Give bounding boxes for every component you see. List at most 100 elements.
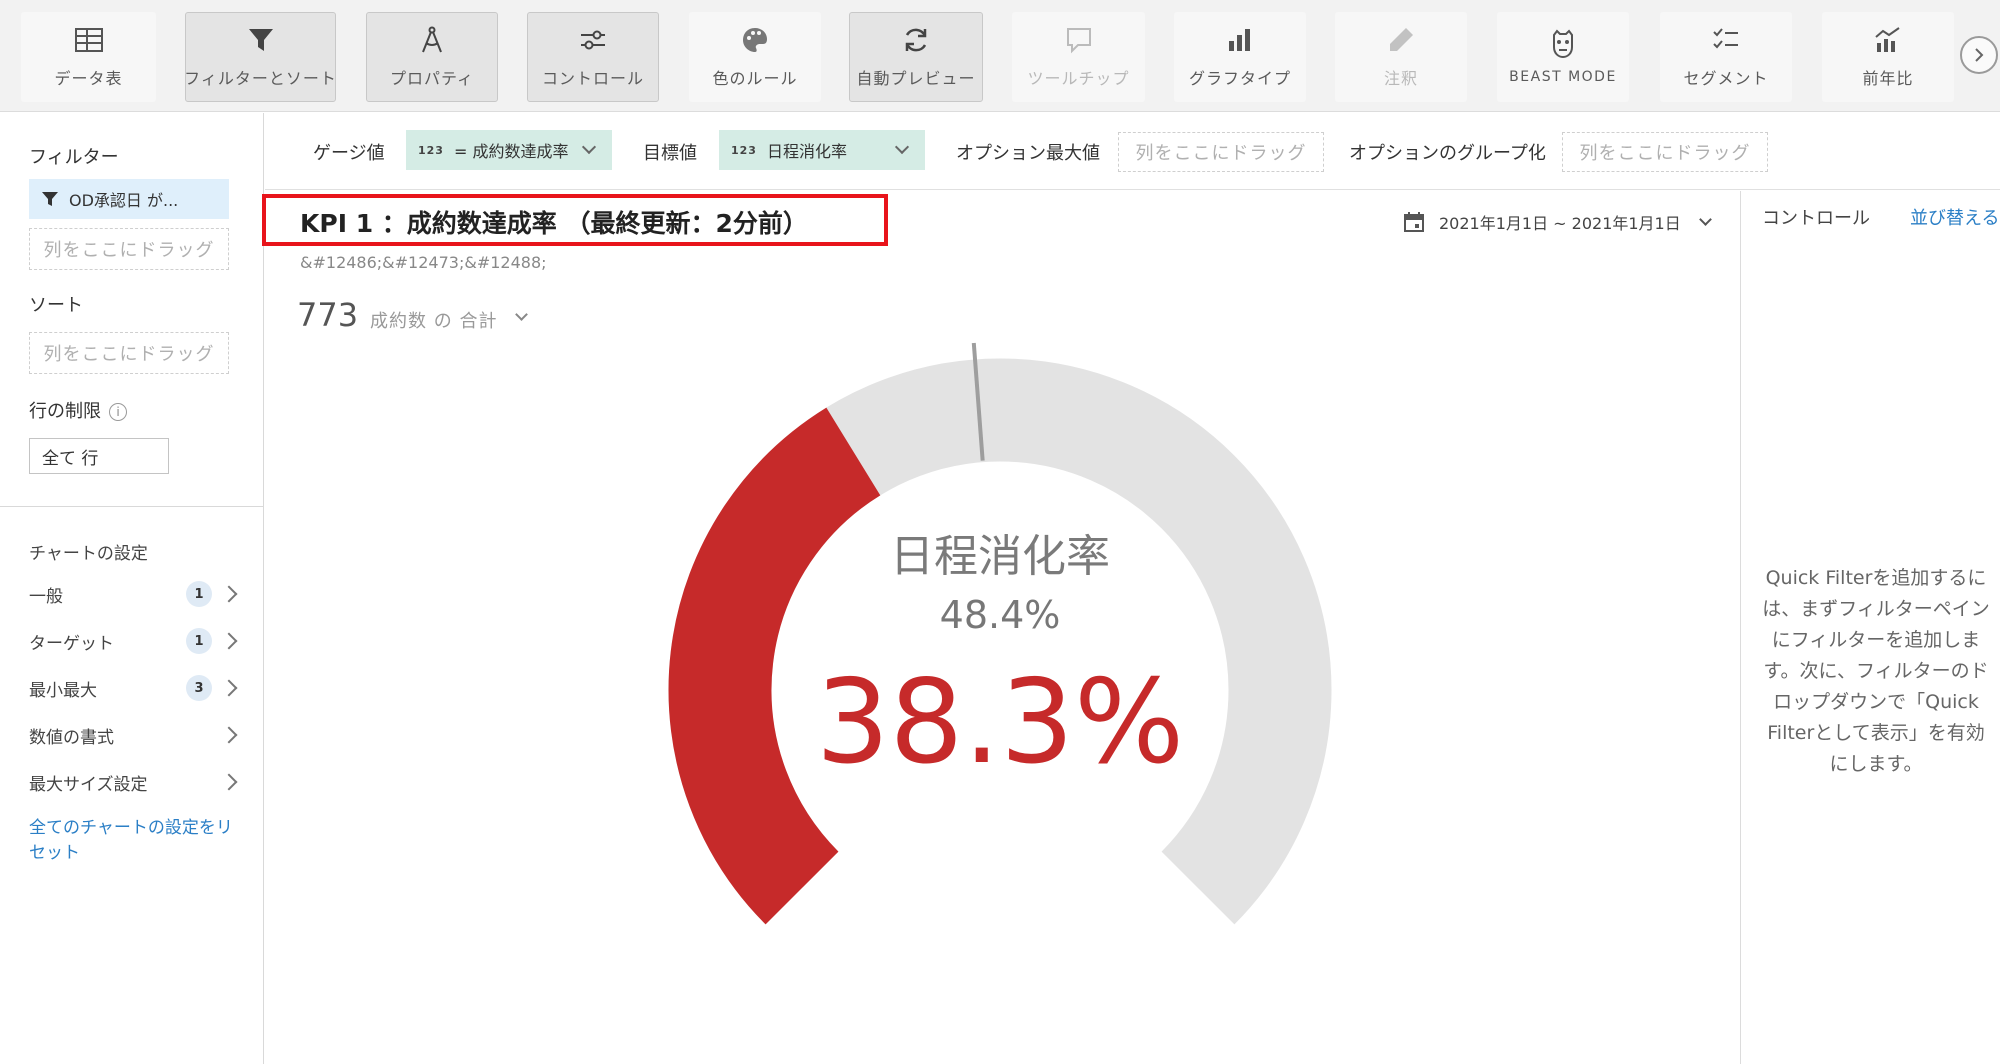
sliders-icon [581, 30, 605, 50]
gauge-value-field: = 成約数達成率 [453, 142, 569, 161]
summary-value: 773 [297, 296, 359, 334]
card-title[interactable]: KPI 1 ：成約数達成率 （最終更新：2分前） [300, 204, 808, 240]
chart-settings-heading: チャートの設定 [29, 544, 148, 564]
compass-icon [422, 26, 442, 53]
segment-label: セグメント [1683, 69, 1769, 88]
filter-icon [248, 29, 273, 51]
filter-sort-label: フィルターとソート [184, 69, 337, 88]
yoy-label: 前年比 [1862, 69, 1914, 88]
gauge-value-pill[interactable]: 123 = 成約数達成率 [406, 130, 612, 170]
setting-max-size[interactable]: 最大サイズ設定 [29, 767, 239, 797]
filter-pill-label: OD承認日 が... [69, 191, 179, 210]
target-value-field: 日程消化率 [766, 142, 847, 161]
setting-label: 最小最大 [29, 680, 97, 701]
auto-preview-label: 自動プレビュー [856, 69, 976, 88]
tooltip-label: ツールチップ [1027, 69, 1130, 88]
setting-general[interactable]: 一般 1 [29, 579, 239, 609]
data-table-label: データ表 [54, 69, 123, 88]
gauge-value-label: ゲージ値 [313, 143, 385, 164]
filter-icon [42, 192, 58, 206]
optional-max-label: オプション最大値 [956, 143, 1100, 164]
tooltip-button[interactable]: ツールチップ [1012, 12, 1145, 102]
color-rules-button[interactable]: 色のルール [689, 12, 821, 102]
target-value-pill[interactable]: 123 日程消化率 [719, 130, 925, 170]
reset-settings-link[interactable]: 全てのチャートの設定をリセット [29, 816, 239, 866]
annotation-label: 注釈 [1383, 69, 1418, 88]
sort-drop-zone[interactable]: 列をここにドラッグ [29, 332, 229, 374]
chart-type-button[interactable]: グラフタイプ [1174, 12, 1306, 102]
yoy-button[interactable]: 前年比 [1822, 12, 1954, 102]
chevron-down-icon[interactable] [581, 139, 597, 155]
chevron-right-icon [220, 726, 238, 744]
bar-chart-icon [1229, 29, 1250, 51]
properties-label: プロパティ [389, 69, 475, 88]
optional-max-drop-zone[interactable]: 列をここにドラッグ [1118, 132, 1324, 172]
beast-mode-label: BEAST MODE [1509, 69, 1617, 85]
summary-label[interactable]: 成約数 の 合計 [370, 307, 497, 333]
chevron-right-icon [220, 632, 238, 650]
left-panel: フィルター OD承認日 が... 列をここにドラッグ ソート 列をここにドラッグ… [0, 113, 264, 1064]
controls-title: コントロール [1762, 208, 1870, 229]
sort-link[interactable]: 並び替える [1910, 204, 1999, 230]
optional-group-label: オプションのグループ化 [1349, 143, 1546, 164]
target-value-label: 目標値 [643, 143, 697, 164]
chevron-right-icon [1975, 48, 1984, 62]
filter-sort-button[interactable]: フィルターとソート [184, 12, 337, 102]
gauge-chart [668, 342, 1332, 925]
toolbar: データ表 フィルターとソート プロパティ コントロール 色のルール 自動プレビュ… [0, 0, 2000, 112]
setting-label: 最大サイズ設定 [29, 774, 148, 795]
count-badge: 3 [186, 675, 212, 701]
calendar-icon [1404, 212, 1424, 232]
toolbar-next-button[interactable] [1960, 36, 1998, 74]
setting-label: ターゲット [29, 633, 114, 654]
row-limit-input[interactable]: 全て 行 [29, 438, 169, 474]
controls-button[interactable]: コントロール [527, 12, 659, 102]
refresh-icon [905, 28, 927, 52]
setting-label: 数値の書式 [29, 727, 114, 748]
auto-preview-button[interactable]: 自動プレビュー [849, 12, 983, 102]
filter-drop-zone[interactable]: 列をここにドラッグ [29, 228, 229, 270]
checklist-icon [1713, 28, 1738, 49]
controls-label: コントロール [541, 69, 644, 88]
chevron-right-icon [220, 773, 238, 791]
gauge-target-label: 日程消化率 [890, 531, 1110, 582]
row-limit-heading: 行の制限 i [29, 397, 127, 423]
field-bar: ゲージ値 123 = 成約数達成率 目標値 123 日程消化率 オプション最大値… [265, 113, 2000, 190]
beast-mode-button[interactable]: BEAST MODE [1497, 12, 1629, 102]
row-limit-heading-text: 行の制限 [29, 401, 101, 422]
speech-bubble-icon [1066, 28, 1091, 54]
setting-min-max[interactable]: 最小最大 3 [29, 673, 239, 703]
properties-button[interactable]: プロパティ [366, 12, 498, 102]
number-type-icon: 123 [418, 143, 444, 157]
trend-chart-icon [1875, 27, 1900, 52]
date-range-text: 2021年1月1日 ~ 2021年1月1日 [1439, 214, 1681, 233]
color-rules-label: 色のルール [712, 69, 798, 88]
count-badge: 1 [186, 628, 212, 654]
setting-number-format[interactable]: 数値の書式 [29, 720, 239, 750]
chevron-right-icon [220, 585, 238, 603]
optional-group-drop-zone[interactable]: 列をここにドラッグ [1562, 132, 1768, 172]
setting-target[interactable]: ターゲット 1 [29, 626, 239, 656]
annotation-button[interactable]: 注釈 [1335, 12, 1467, 102]
data-table-button[interactable]: データ表 [21, 12, 156, 102]
chevron-right-icon [220, 679, 238, 697]
pencil-icon [1390, 28, 1413, 51]
sort-heading: ソート [29, 295, 83, 316]
chevron-down-icon[interactable] [894, 139, 910, 155]
number-type-icon: 123 [731, 143, 757, 157]
divider [0, 506, 263, 507]
setting-label: 一般 [29, 586, 63, 607]
chart-type-label: グラフタイプ [1188, 69, 1291, 88]
filter-heading: フィルター [29, 147, 119, 168]
chevron-down-icon [1698, 212, 1712, 226]
count-badge: 1 [186, 581, 212, 607]
palette-icon [743, 28, 767, 52]
gauge-value: 38.3% [815, 655, 1185, 790]
segment-button[interactable]: セグメント [1660, 12, 1792, 102]
gauge-target-value: 48.4% [939, 593, 1061, 637]
filter-pill[interactable]: OD承認日 が... [29, 179, 229, 219]
beast-mode-icon [1553, 29, 1573, 59]
date-range-selector[interactable]: 2021年1月1日 ~ 2021年1月1日 [1403, 210, 1712, 234]
info-icon[interactable]: i [109, 403, 127, 421]
quick-filter-help-text: Quick Filterを追加するには、まずフィルターペインにフィルターを追加し… [1762, 567, 1990, 775]
